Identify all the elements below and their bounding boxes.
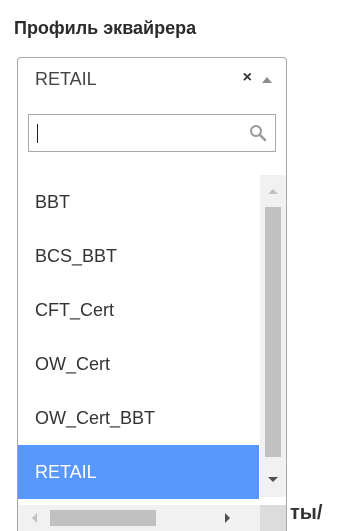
list-item[interactable]: CFT_Cert [18,283,259,337]
list-item[interactable]: OW_Cert [18,337,259,391]
background-partial-label: ты/ [290,502,323,524]
close-icon[interactable]: × [243,69,252,87]
list-item[interactable]: BBT [18,175,259,229]
scroll-down-arrow-icon[interactable] [268,477,278,482]
horizontal-scrollbar[interactable] [18,505,260,531]
list-item[interactable]: OW_Cert_BBT [18,391,259,445]
scroll-left-arrow-icon[interactable] [32,513,37,523]
list-item[interactable]: BCS_BBT [18,229,259,283]
search-input[interactable] [28,114,276,152]
list-item-selected[interactable]: RETAIL [18,445,259,499]
scroll-up-arrow-icon[interactable] [268,189,278,194]
arrow-up-icon[interactable] [262,77,272,83]
selected-value: RETAIL [35,69,97,89]
dropdown-panel: BBT BCS_BBT CFT_Cert OW_Cert OW_Cert_BBT… [17,100,287,531]
field-label: Профиль эквайрера [14,18,197,38]
acquirer-profile-select[interactable]: RETAIL × [17,57,287,101]
search-icon [250,125,267,142]
vertical-scroll-thumb[interactable] [265,207,281,457]
scroll-right-arrow-icon[interactable] [225,513,230,523]
vertical-scrollbar[interactable] [260,175,286,497]
horizontal-scroll-thumb[interactable] [50,510,156,526]
scrollbar-corner [260,505,286,531]
text-caret [37,124,38,143]
